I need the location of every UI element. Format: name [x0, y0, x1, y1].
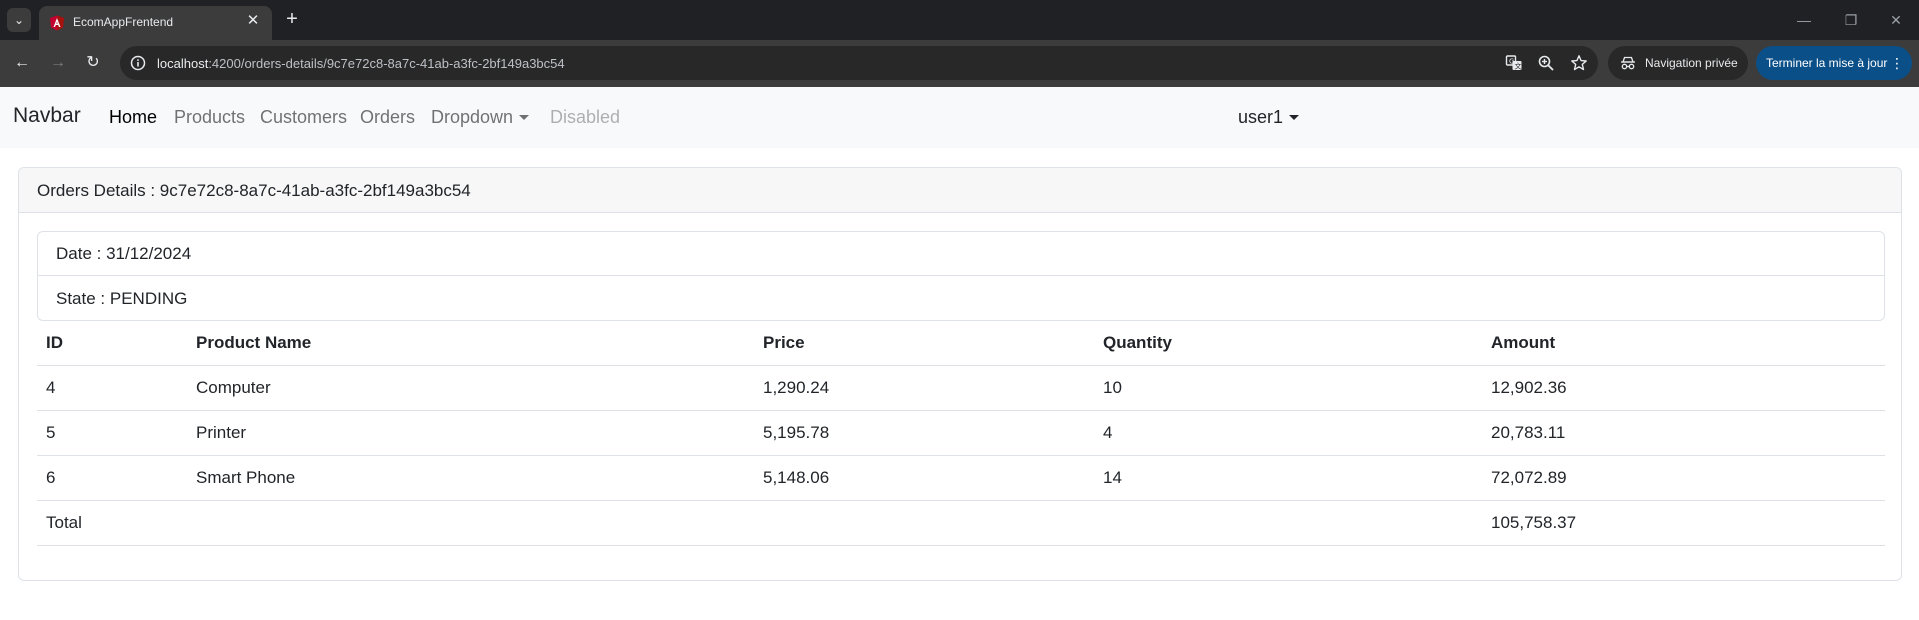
cell-id: 6 [46, 468, 56, 487]
minimize-icon[interactable]: — [1792, 8, 1816, 32]
finish-update-label: Terminer la mise à jour [1766, 56, 1888, 70]
incognito-icon [1621, 56, 1635, 70]
browser-menu-icon[interactable]: ⋮ [1890, 54, 1904, 72]
cell-price: 1,290.24 [763, 378, 830, 397]
tab-close-icon[interactable]: ✕ [244, 12, 262, 30]
card-header: Orders Details : 9c7e72c8-8a7c-41ab-a3fc… [19, 168, 1901, 213]
column-header-product-name: Product Name [196, 333, 312, 352]
private-browsing-label: Navigation privée [1645, 56, 1738, 70]
order-info-list: Date : 31/12/2024 State : PENDING [37, 231, 1885, 321]
browser-toolbar: ← → ↻ localhost:4200/orders-details/9c7e… [0, 40, 1919, 87]
order-items-table: ID Product Name Price Quantity Amount 4 … [37, 321, 1885, 546]
cell-price: 5,148.06 [763, 468, 830, 487]
cell-id: 5 [46, 423, 56, 442]
nav-link-disabled: Disabled [550, 107, 621, 127]
browser-tab[interactable]: EcomAppFrentend ✕ [39, 6, 272, 40]
tab-search-chevron-icon[interactable]: ⌄ [7, 8, 31, 32]
cell-quantity: 14 [1103, 468, 1122, 487]
nav-dropdown-label: Dropdown [431, 107, 514, 127]
column-header-id: ID [46, 333, 63, 352]
cell-quantity: 4 [1103, 423, 1113, 442]
column-header-amount: Amount [1491, 333, 1556, 352]
total-amount: 105,758.37 [1491, 513, 1577, 532]
user-name: user1 [1238, 107, 1284, 127]
nav-link-home[interactable]: Home [109, 107, 157, 128]
navbar-brand[interactable]: Navbar [13, 104, 81, 128]
table-row: 5 Printer 5,195.78 4 20,783.11 [37, 411, 1885, 456]
column-header-price: Price [763, 333, 805, 352]
url-text[interactable]: localhost:4200/orders-details/9c7e72c8-8… [157, 56, 565, 71]
user-dropdown-toggle[interactable]: user1 [1238, 107, 1300, 128]
browser-tab-strip: ⌄ EcomAppFrentend ✕ + — ❐ ✕ [0, 0, 1919, 40]
order-details-card: Orders Details : 9c7e72c8-8a7c-41ab-a3fc… [18, 167, 1902, 581]
restore-icon[interactable]: ❐ [1839, 8, 1863, 32]
window-close-icon[interactable]: ✕ [1884, 8, 1908, 32]
site-info-icon[interactable] [129, 54, 147, 72]
tab-title: EcomAppFrentend [73, 15, 174, 29]
table-row: 4 Computer 1,290.24 10 12,902.36 [37, 366, 1885, 411]
angular-favicon-icon [50, 15, 64, 31]
total-label: Total [46, 513, 82, 532]
table-total-row: Total 105,758.37 [37, 501, 1885, 546]
order-state: State : PENDING [56, 289, 188, 308]
finish-update-button[interactable]: Terminer la mise à jour ⋮ [1756, 46, 1912, 80]
cell-quantity: 10 [1103, 378, 1122, 397]
column-header-quantity: Quantity [1103, 333, 1172, 352]
cell-id: 4 [46, 378, 56, 397]
app-navbar: Navbar Home Products Customers Orders Dr… [0, 87, 1919, 148]
table-header-row: ID Product Name Price Quantity Amount [37, 321, 1885, 366]
translate-icon[interactable]: G 文 [1505, 54, 1523, 72]
nav-link-orders[interactable]: Orders [360, 107, 415, 128]
reload-icon[interactable]: ↻ [82, 52, 104, 74]
order-state-item: State : PENDING [38, 277, 1884, 321]
private-browsing-chip[interactable]: Navigation privée [1608, 46, 1748, 80]
cell-amount: 20,783.11 [1491, 423, 1566, 442]
dropdown-caret-icon [519, 115, 530, 120]
back-arrow-icon[interactable]: ← [11, 52, 33, 74]
order-date-item: Date : 31/12/2024 [38, 232, 1884, 276]
nav-link-products[interactable]: Products [174, 107, 245, 128]
cell-amount: 72,072.89 [1491, 468, 1567, 487]
zoom-icon[interactable] [1537, 54, 1555, 72]
order-date: Date : 31/12/2024 [56, 244, 192, 263]
user-caret-icon [1289, 115, 1300, 120]
cell-product-name: Smart Phone [196, 468, 296, 487]
address-bar[interactable]: localhost:4200/orders-details/9c7e72c8-8… [120, 46, 1598, 80]
cell-price: 5,195.78 [763, 423, 830, 442]
new-tab-plus-icon[interactable]: + [280, 8, 304, 32]
cell-product-name: Printer [196, 423, 247, 442]
bookmark-star-icon[interactable] [1570, 54, 1588, 72]
nav-link-customers[interactable]: Customers [260, 107, 347, 128]
cell-amount: 12,902.36 [1491, 378, 1567, 397]
nav-dropdown-toggle[interactable]: Dropdown [431, 107, 530, 128]
cell-product-name: Computer [196, 378, 271, 397]
table-row: 6 Smart Phone 5,148.06 14 72,072.89 [37, 456, 1885, 501]
svg-text:文: 文 [1515, 62, 1522, 71]
forward-arrow-icon[interactable]: → [47, 52, 69, 74]
order-details-title: Orders Details : 9c7e72c8-8a7c-41ab-a3fc… [37, 181, 471, 200]
